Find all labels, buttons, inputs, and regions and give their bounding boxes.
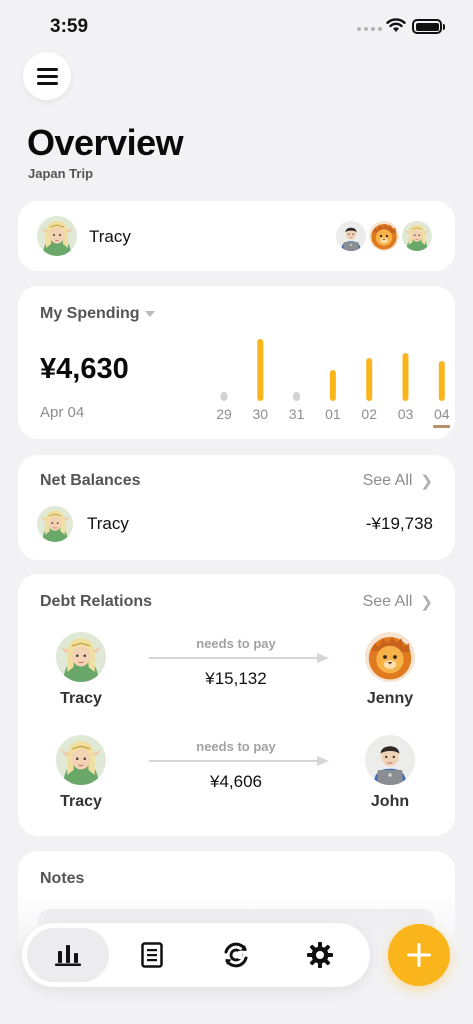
jenny-lion-avatar-icon (365, 632, 415, 682)
chart-bar-29[interactable] (220, 392, 228, 401)
relation-amount: ¥15,132 (205, 669, 267, 688)
debt-relations-title: Debt Relations (40, 593, 153, 610)
status-time: 3:59 (50, 16, 89, 37)
balance-row-name: Tracy (87, 514, 129, 533)
chart-bar-30[interactable] (257, 339, 264, 401)
debtor-name: Tracy (60, 793, 102, 810)
tab-bar (22, 923, 370, 987)
menu-icon (36, 67, 58, 71)
plus-icon (407, 943, 431, 967)
chart-tick-label: 29 (216, 406, 232, 422)
overview-chart-icon (55, 945, 81, 966)
currency-exchange-icon (224, 942, 248, 968)
chart-tick-label: 03 (398, 406, 414, 422)
debt-relation-row[interactable]: Tracy needs to pay ¥4,606 John (18, 735, 455, 825)
debt-relations-card: Debt Relations See All ❯ Tracy needs to p… (18, 574, 455, 836)
chart-tick-label: 30 (253, 406, 269, 422)
chart-bar-31[interactable] (293, 392, 301, 401)
chevron-right-icon: ❯ (420, 594, 433, 611)
debtor-name: Tracy (60, 690, 102, 707)
jenny-lion-avatar-icon (368, 220, 400, 252)
chart-tick-label: 31 (289, 406, 305, 422)
tab-settings[interactable] (279, 928, 361, 982)
debtor: Tracy (56, 632, 106, 707)
tab-overview[interactable] (27, 928, 109, 982)
chevron-right-icon: ❯ (420, 473, 433, 490)
spending-date: Apr 04 (40, 404, 85, 421)
spending-amount: ¥4,630 (40, 353, 129, 385)
tracy-elf-avatar-icon (401, 220, 433, 252)
page-title: Overview (27, 122, 184, 163)
battery-icon (412, 19, 445, 34)
debt-relations-see-all-link[interactable]: See All ❯ (363, 593, 433, 611)
arrow-right-icon (149, 653, 329, 663)
receipt-list-icon (141, 942, 163, 968)
chart-bar-03[interactable] (402, 353, 409, 401)
selected-day-indicator (432, 425, 450, 428)
creditor-name: John (370, 793, 410, 810)
tab-expenses[interactable] (111, 928, 193, 982)
relation-label: needs to pay (196, 636, 276, 651)
tracy-avatar (37, 216, 77, 256)
tracy-avatar (56, 632, 106, 682)
status-bar: 3:59 (0, 0, 473, 56)
chart-tick-label: 02 (361, 406, 377, 422)
balance-row-value: -¥19,738 (365, 514, 433, 533)
debtor: Tracy (56, 735, 106, 810)
wifi-icon (386, 18, 406, 32)
member-avatars[interactable] (335, 220, 433, 252)
creditor-name: Jenny (366, 690, 414, 707)
menu-button[interactable] (23, 52, 71, 100)
net-balances-card: Net Balances See All ❯ Tracy -¥19,738 (18, 455, 455, 560)
spending-title[interactable]: My Spending (40, 305, 140, 323)
tracy-avatar (37, 506, 73, 542)
creditor: Jenny (365, 632, 415, 707)
dropdown-caret-icon[interactable] (145, 311, 155, 317)
trip-members-card[interactable]: Tracy (18, 201, 455, 271)
creditor: John (365, 735, 415, 810)
chart-bar-01[interactable] (329, 370, 336, 401)
trip-name: Japan Trip (28, 166, 94, 181)
john-avatar-icon (365, 735, 415, 785)
settings-gear-icon (307, 942, 333, 968)
debt-relation-row[interactable]: Tracy needs to pay ¥15,132 Jenny (18, 632, 455, 722)
john-avatar-icon (335, 220, 367, 252)
chart-tick-label: 01 (325, 406, 341, 422)
relation-label: needs to pay (196, 739, 276, 754)
notes-title: Notes (40, 870, 85, 887)
tracy-avatar (56, 735, 106, 785)
arrow-right-icon (149, 756, 329, 766)
net-balances-title: Net Balances (40, 472, 141, 489)
cellular-signal-icon (357, 27, 382, 31)
tab-exchange[interactable] (195, 928, 277, 982)
current-user-name: Tracy (89, 227, 131, 246)
net-balances-see-all-link[interactable]: See All ❯ (363, 472, 433, 490)
add-expense-button[interactable] (388, 924, 450, 986)
my-spending-card: My Spending ¥4,630 Apr 04 29 30 31 01 02 03 04 (18, 286, 455, 439)
relation-amount: ¥4,606 (210, 772, 262, 791)
chart-tick-label: 04 (434, 406, 450, 422)
daily-spending-chart[interactable]: 29 30 31 01 02 03 04 (188, 326, 450, 430)
chart-bar-04[interactable] (438, 361, 445, 401)
chart-bar-02[interactable] (366, 358, 373, 401)
